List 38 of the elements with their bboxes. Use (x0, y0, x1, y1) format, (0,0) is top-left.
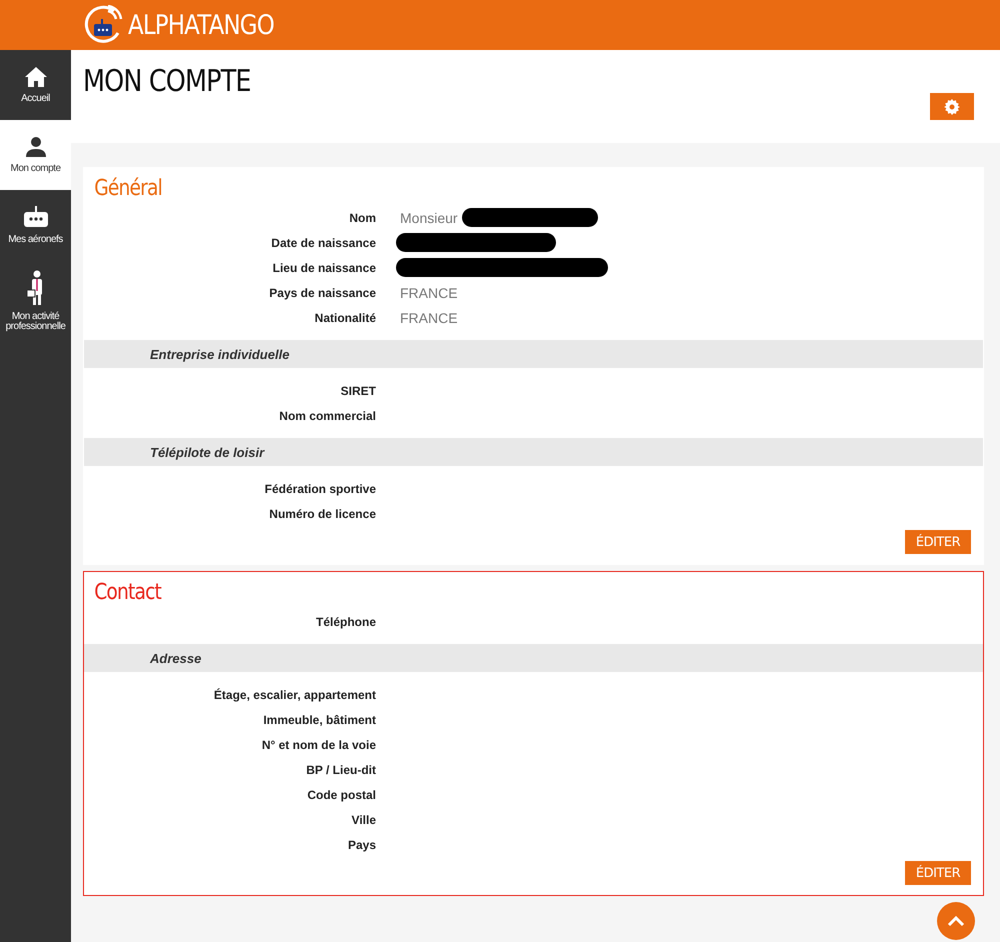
field-label: BP / Lieu-dit (305, 762, 376, 776)
field-label: Lieu de naissance (272, 260, 376, 274)
robot-icon (22, 204, 48, 229)
group-title: Entreprise individuelle (150, 346, 290, 362)
field-label: Ville (350, 812, 376, 826)
group-title: Adresse (150, 650, 202, 666)
field-label: Fédération sportive (264, 482, 376, 496)
sidebar-item[interactable]: Mon compte (0, 120, 71, 190)
field-label: Pays de naissance (268, 286, 376, 300)
field-label: Pays (346, 838, 376, 852)
field-label: Étage, escalier, appartement (212, 688, 376, 702)
settings-button[interactable] (930, 93, 974, 120)
field-label: Nom commercial (278, 408, 376, 422)
field-value: FRANCE (400, 310, 458, 326)
group-title: Télépilote de loisir (150, 444, 264, 460)
logo-icon (84, 5, 124, 45)
field-value: Monsieur (400, 210, 458, 226)
sidebar-item[interactable]: Mon activité professionnelle (0, 260, 71, 342)
field-label: Téléphone (314, 614, 376, 628)
field-label: Immeuble, bâtiment (262, 712, 376, 726)
section-title: Général (93, 175, 163, 201)
scroll-top-button[interactable] (937, 902, 975, 940)
sidebar-item[interactable]: Accueil (0, 50, 71, 120)
field-value: FRANCE (400, 284, 458, 300)
field-label: SIRET (340, 384, 376, 398)
field-label: Date de naissance (270, 236, 376, 250)
field-label: Nom (348, 210, 376, 224)
field-label: Numéro de licence (268, 506, 376, 520)
user-icon (24, 136, 46, 158)
field-label: N° et nom de la voie (260, 738, 376, 752)
section-title: Contact (93, 579, 162, 605)
page-title: MON COMPTE (83, 64, 251, 100)
field-label: Nationalité (314, 310, 376, 324)
home-icon (24, 66, 48, 88)
chevron-up-icon (947, 916, 965, 926)
field-label: Code postal (306, 788, 376, 802)
sidebar-item[interactable]: Mes aéronefs (0, 190, 71, 260)
settings-icon (944, 98, 960, 114)
